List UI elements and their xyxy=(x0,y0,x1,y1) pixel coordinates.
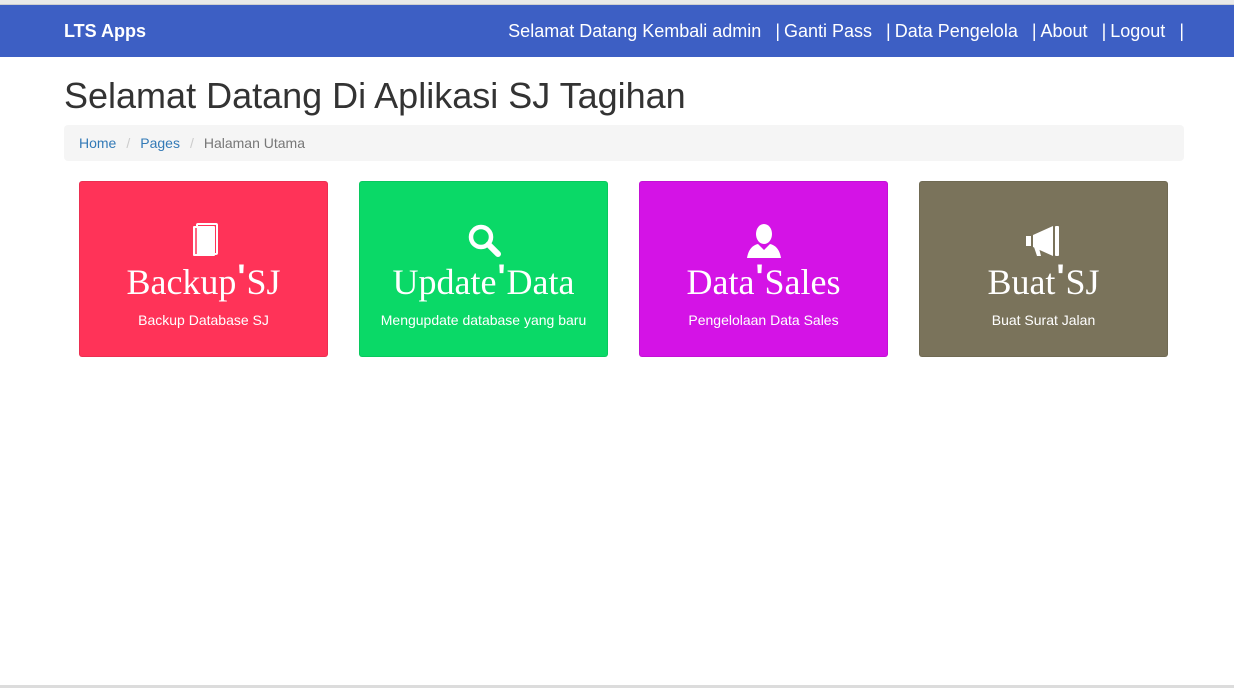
book-icon xyxy=(80,220,327,260)
nav-data-pengelola[interactable]: Data Pengelola xyxy=(895,21,1018,42)
breadcrumb-divider: / xyxy=(189,135,194,151)
nav-separator: | xyxy=(775,20,780,41)
card-description: Backup Database SJ xyxy=(138,312,269,328)
breadcrumb-active: Halaman Utama xyxy=(203,135,305,151)
card-title: Buat'SJ xyxy=(987,258,1100,302)
card-description: Mengupdate database yang baru xyxy=(380,312,587,328)
nav-logout[interactable]: Logout xyxy=(1110,21,1165,42)
nav-separator: | xyxy=(1031,20,1037,41)
breadcrumb-divider: / xyxy=(126,135,131,151)
breadcrumb-pages[interactable]: Pages xyxy=(140,135,180,151)
card-update-data[interactable]: Update'Data Mengupdate database yang bar… xyxy=(359,181,608,357)
nav-separator: | xyxy=(886,20,891,41)
search-icon xyxy=(360,220,607,260)
card-data-sales[interactable]: Data'Sales Pengelolaan Data Sales xyxy=(639,181,888,357)
card-buat-sj[interactable]: Buat'SJ Buat Surat Jalan xyxy=(919,181,1168,357)
card-backup-sj[interactable]: Backup'SJ Backup Database SJ xyxy=(79,181,328,357)
nav-ganti-pass[interactable]: Ganti Pass xyxy=(784,21,872,42)
card-description: Pengelolaan Data Sales xyxy=(688,312,839,328)
card-title: Backup'SJ xyxy=(126,258,281,302)
card-title: Update'Data xyxy=(392,258,575,302)
nav-separator: | xyxy=(1101,20,1107,41)
welcome-text: Selamat Datang Kembali admin xyxy=(508,20,762,41)
user-icon xyxy=(640,220,887,260)
nav-about[interactable]: About xyxy=(1041,21,1088,42)
nav-separator: | xyxy=(1179,20,1184,41)
bullhorn-icon xyxy=(920,220,1167,260)
brand-link[interactable]: LTS Apps xyxy=(64,5,146,57)
card-description: Buat Surat Jalan xyxy=(991,312,1096,328)
breadcrumb-home[interactable]: Home xyxy=(79,135,116,151)
page-title: Selamat Datang Di Aplikasi SJ Tagihan xyxy=(64,75,686,116)
card-title: Data'Sales xyxy=(686,258,841,302)
navbar: LTS Apps Selamat Datang Kembali admin | … xyxy=(0,5,1234,57)
navbar-menu: Selamat Datang Kembali admin | Ganti Pas… xyxy=(508,5,1184,57)
breadcrumb: Home / Pages / Halaman Utama xyxy=(64,125,1184,161)
